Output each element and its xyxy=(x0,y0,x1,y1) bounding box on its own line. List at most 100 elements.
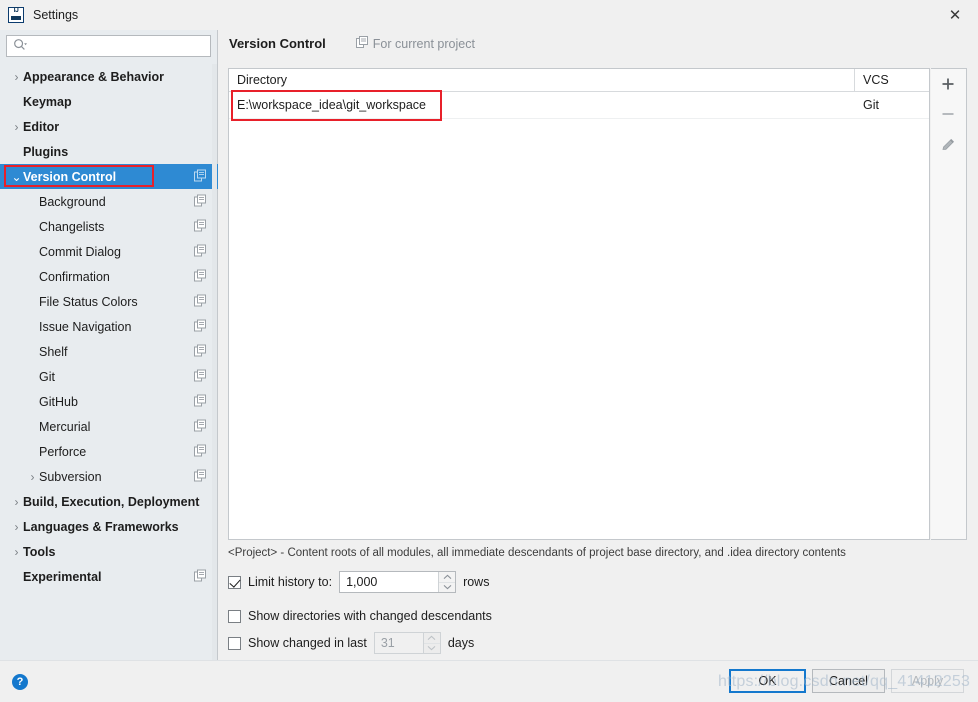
sidebar-item-confirmation[interactable]: Confirmation xyxy=(0,264,218,289)
help-icon[interactable]: ? xyxy=(12,674,28,690)
sidebar-scrollbar[interactable] xyxy=(212,64,217,660)
sidebar-item-label: Shelf xyxy=(39,344,68,359)
sidebar-item-label: Languages & Frameworks xyxy=(23,519,179,534)
vcs-directory-table: Directory VCS E:\workspace_idea\git_work… xyxy=(228,68,930,540)
sidebar-item-label: Changelists xyxy=(39,219,105,234)
copy-settings-icon xyxy=(194,569,206,584)
sidebar-item-label: GitHub xyxy=(39,394,78,409)
scope-label: For current project xyxy=(372,36,475,51)
edit-directory-button[interactable] xyxy=(931,129,965,159)
sidebar-item-background[interactable]: Background xyxy=(0,189,218,214)
search-box[interactable] xyxy=(6,35,211,57)
sidebar-item-perforce[interactable]: Perforce xyxy=(0,439,218,464)
chevron-right-icon[interactable]: › xyxy=(10,545,23,559)
sidebar-item-shelf[interactable]: Shelf xyxy=(0,339,218,364)
show-changed-descendants-label: Show directories with changed descendant… xyxy=(248,609,492,623)
sidebar-item-keymap[interactable]: Keymap xyxy=(0,89,218,114)
sidebar-item-label: Confirmation xyxy=(39,269,110,284)
cell-directory[interactable]: E:\workspace_idea\git_workspace xyxy=(229,92,855,118)
table-toolbar xyxy=(931,68,967,540)
sidebar-item-tools[interactable]: › Tools xyxy=(0,539,218,564)
sidebar-item-languages-frameworks[interactable]: › Languages & Frameworks xyxy=(0,514,218,539)
sidebar-item-label: Experimental xyxy=(23,569,102,584)
sidebar-item-git[interactable]: Git xyxy=(0,364,218,389)
chevron-down-icon[interactable]: ⌄ xyxy=(10,170,23,184)
cell-vcs[interactable]: Git xyxy=(855,92,929,118)
sidebar-item-build-execution-deployment[interactable]: › Build, Execution, Deployment xyxy=(0,489,218,514)
sidebar-item-plugins[interactable]: Plugins xyxy=(0,139,218,164)
copy-settings-icon xyxy=(194,344,206,359)
copy-settings-icon xyxy=(194,444,206,459)
table-row[interactable]: E:\workspace_idea\git_workspace Git xyxy=(229,90,929,121)
sidebar-item-label: Perforce xyxy=(39,444,87,459)
show-changed-in-last-spinner-buttons xyxy=(422,633,440,654)
search-wrapper xyxy=(0,30,217,57)
sidebar-item-editor[interactable]: › Editor xyxy=(0,114,218,139)
sidebar-item-label: Git xyxy=(39,369,55,384)
show-changed-in-last-checkbox[interactable] xyxy=(228,636,241,650)
copy-settings-icon xyxy=(194,269,206,284)
sidebar-item-label: Commit Dialog xyxy=(39,244,121,259)
sidebar-item-label: Subversion xyxy=(39,469,102,484)
sidebar-item-label: Tools xyxy=(23,544,56,559)
copy-settings-icon xyxy=(194,244,206,259)
add-directory-button[interactable] xyxy=(931,69,965,99)
chevron-right-icon[interactable]: › xyxy=(10,495,23,509)
sidebar-item-experimental[interactable]: Experimental xyxy=(0,564,218,589)
limit-history-spinner[interactable]: 1,000 xyxy=(339,571,457,593)
sidebar-item-github[interactable]: GitHub xyxy=(0,389,218,414)
chevron-right-icon[interactable]: › xyxy=(26,470,39,484)
sidebar-item-commit-dialog[interactable]: Commit Dialog xyxy=(0,239,218,264)
column-header-directory[interactable]: Directory xyxy=(229,69,855,91)
sidebar-item-version-control[interactable]: ⌄ Version Control xyxy=(0,164,218,189)
copy-settings-icon xyxy=(194,319,206,334)
sidebar-item-subversion[interactable]: › Subversion xyxy=(0,464,218,489)
limit-history-label: Limit history to: xyxy=(248,575,333,589)
sidebar-item-file-status-colors[interactable]: File Status Colors xyxy=(0,289,218,314)
sidebar-item-label: Issue Navigation xyxy=(39,319,132,334)
copy-settings-icon xyxy=(194,219,206,234)
chevron-right-icon[interactable]: › xyxy=(10,120,23,134)
copy-settings-icon xyxy=(194,469,206,484)
limit-history-checkbox[interactable] xyxy=(228,575,241,589)
limit-history-value[interactable]: 1,000 xyxy=(340,572,438,592)
cancel-button[interactable]: Cancel xyxy=(812,669,885,693)
scope-indicator: For current project xyxy=(355,36,475,51)
sidebar-item-label: Editor xyxy=(23,119,60,134)
show-changed-descendants-checkbox[interactable] xyxy=(228,609,241,623)
sidebar-item-label: Mercurial xyxy=(39,419,91,434)
chevron-right-icon[interactable]: › xyxy=(10,70,23,84)
sidebar-item-label: Appearance & Behavior xyxy=(23,69,165,84)
sidebar-item-label: Version Control xyxy=(23,169,117,184)
version-control-panel: Version Control For current project Dire… xyxy=(219,30,978,660)
search-input[interactable] xyxy=(30,39,200,53)
sidebar-item-mercurial[interactable]: Mercurial xyxy=(0,414,218,439)
spinner-up-icon[interactable] xyxy=(439,572,455,582)
sidebar-item-appearance-behavior[interactable]: › Appearance & Behavior xyxy=(0,64,218,89)
close-icon[interactable]: ✕ xyxy=(932,0,978,30)
sidebar-item-changelists[interactable]: Changelists xyxy=(0,214,218,239)
spinner-down-icon xyxy=(423,642,440,654)
sidebar-item-label: Background xyxy=(39,194,106,209)
spinner-down-icon[interactable] xyxy=(439,581,456,593)
copy-settings-icon xyxy=(194,394,206,409)
apply-button: Apply xyxy=(891,669,964,693)
show-changed-descendants-row: Show directories with changed descendant… xyxy=(228,605,492,627)
chevron-right-icon[interactable]: › xyxy=(10,520,23,534)
show-changed-in-last-value: 31 xyxy=(380,636,395,650)
page-title: Version Control xyxy=(229,36,326,51)
column-header-vcs[interactable]: VCS xyxy=(855,69,929,91)
limit-history-spinner-buttons xyxy=(438,572,456,593)
sidebar-item-issue-navigation[interactable]: Issue Navigation xyxy=(0,314,218,339)
remove-directory-button[interactable] xyxy=(931,99,965,129)
copy-settings-icon xyxy=(194,419,206,434)
ok-button[interactable]: OK xyxy=(729,669,806,693)
